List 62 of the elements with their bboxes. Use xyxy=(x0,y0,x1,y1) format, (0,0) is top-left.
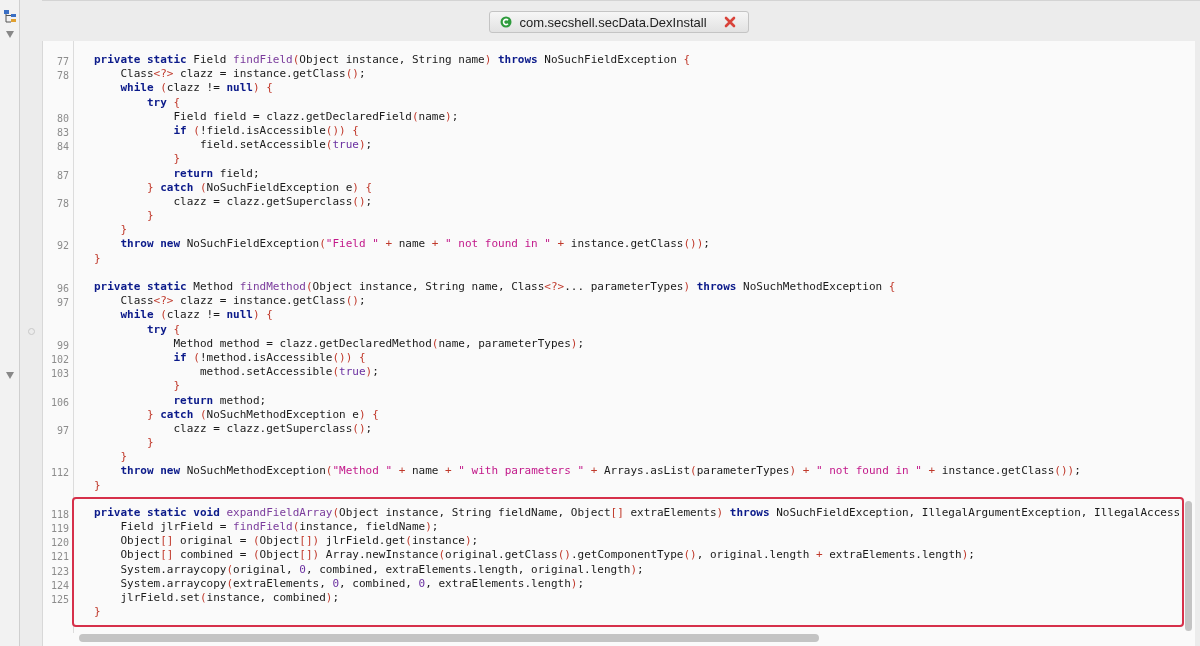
code-line: Object[] original = (Object[]) jlrField.get(instance); xyxy=(119,534,479,548)
code-line: Class<?> clazz = instance.getClass(); xyxy=(119,67,366,81)
code-line: } xyxy=(94,251,101,265)
code-line: throw new NoSuchMethodException("Method " + name + " with parameters " + Arrays.asList(parameterTypes) + " not found in " + instance.getClass()); xyxy=(119,464,1081,478)
code-line: } xyxy=(94,478,101,492)
code-line: System.arraycopy(extraElements, 0, combined, 0, extraElements.length); xyxy=(119,576,585,590)
code-line: clazz = clazz.getSuperclass(); xyxy=(172,194,373,208)
line-number: 92 xyxy=(56,240,69,252)
line-number: 112 xyxy=(50,467,69,479)
code-line: } xyxy=(172,379,181,393)
code-line: clazz = clazz.getSuperclass(); xyxy=(172,421,373,435)
code-line: while (clazz != null) { xyxy=(119,308,273,322)
code-line: } catch (NoSuchFieldException e) { xyxy=(145,180,373,194)
line-number: 125 xyxy=(50,593,69,605)
line-number: 102 xyxy=(50,353,69,365)
code-line: private static void expandFieldArray(Object instance, String fieldName, Object[] extraElements) throws NoSuchFieldException, IllegalArgumentException, IllegalAccess xyxy=(94,505,1181,519)
code-line: field.setAccessible(true); xyxy=(198,138,373,152)
code-line: } xyxy=(145,209,154,223)
line-number: 120 xyxy=(50,537,69,549)
line-number: 96 xyxy=(56,283,69,294)
line-number: 124 xyxy=(50,579,69,591)
code-line: private static Method findMethod(Object instance, String name, Class<?>... parameterTypes) throws NoSuchMethodException { xyxy=(94,280,896,293)
code-line: } xyxy=(119,450,128,464)
line-number: 97 xyxy=(56,297,69,309)
line-number: 87 xyxy=(56,169,69,181)
line-number: 80 xyxy=(56,112,69,124)
line-number: 78 xyxy=(56,197,69,209)
code-line: throw new NoSuchFieldException("Field " + name + " not found in " + instance.getClass()); xyxy=(119,237,710,251)
code-line: if (!field.isAccessible()) { xyxy=(172,123,359,137)
code-line: } xyxy=(94,605,101,619)
code-line: Field field = clazz.getDeclaredField(name); xyxy=(172,109,459,123)
code-line: System.arraycopy(original, 0, combined, extraElements.length, original.length); xyxy=(119,562,644,576)
code-line: method.setAccessible(true); xyxy=(198,365,379,379)
code-line: jlrField.set(instance, combined); xyxy=(119,590,340,604)
code-line: } catch (NoSuchMethodException e) { xyxy=(145,407,379,421)
line-number: 99 xyxy=(56,339,69,351)
line-number: 106 xyxy=(50,396,69,408)
code-line: if (!method.isAccessible()) { xyxy=(172,350,366,364)
code-line: try { xyxy=(145,322,181,336)
code-line: Field jlrField = findField(instance, fieldName); xyxy=(119,520,439,533)
line-number: 77 xyxy=(56,56,69,67)
code-line: Object[] combined = (Object[]) Array.newInstance(original.getClass().getComponentType(), original.length + extraElements.length); xyxy=(119,548,975,562)
line-number: 78 xyxy=(56,70,69,82)
line-number: 118 xyxy=(50,508,69,520)
code-line: } xyxy=(172,152,181,166)
code-line: } xyxy=(145,436,154,450)
code-line: return field; xyxy=(172,166,260,180)
code-line: private static Field findField(Object instance, String name) throws NoSuchFieldException { xyxy=(94,53,691,66)
line-number: 97 xyxy=(56,424,69,436)
code-line: while (clazz != null) { xyxy=(119,81,273,95)
code-line: Class<?> clazz = instance.getClass(); xyxy=(119,294,366,308)
line-number: 84 xyxy=(56,141,69,153)
line-number: 119 xyxy=(50,523,69,534)
line-number: 121 xyxy=(50,551,69,563)
code-line: Method method = clazz.getDeclaredMethod(name, parameterTypes); xyxy=(172,336,585,350)
line-number: 103 xyxy=(50,368,69,380)
code-line: } xyxy=(119,223,128,237)
code-line: try { xyxy=(145,95,181,109)
line-number: 83 xyxy=(56,126,69,138)
editor-tab[interactable]: com.secshell.secData.DexInstall xyxy=(489,11,749,33)
line-number: 123 xyxy=(50,565,69,577)
code-line: return method; xyxy=(172,393,267,407)
